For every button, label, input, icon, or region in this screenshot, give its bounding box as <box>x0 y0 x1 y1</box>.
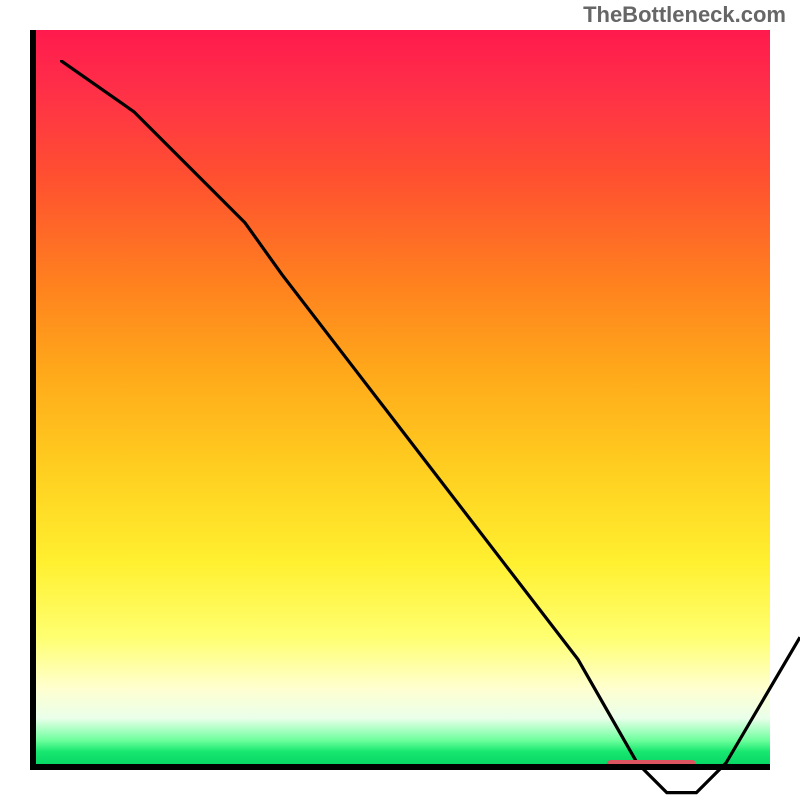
plot-area <box>30 30 770 770</box>
chart-container: TheBottleneck.com <box>0 0 800 800</box>
bottleneck-curve <box>60 60 800 800</box>
watermark-text: TheBottleneck.com <box>583 2 786 28</box>
axis-bottom <box>30 764 770 770</box>
axis-left <box>30 30 36 770</box>
